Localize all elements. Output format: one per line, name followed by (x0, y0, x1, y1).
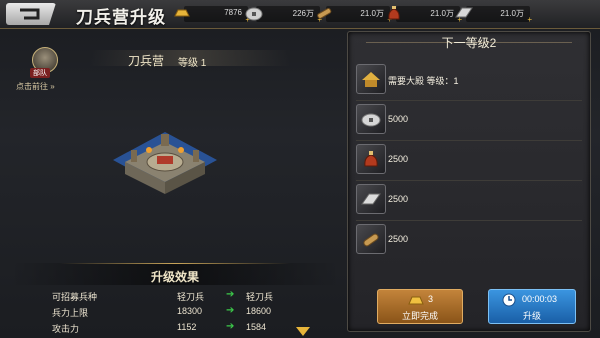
effect-current: 1152 (177, 322, 197, 332)
instant-complete-button[interactable]: 3 立即完成 (377, 289, 463, 324)
wood-log-icon (317, 7, 332, 19)
iron-ingot-icon (455, 7, 473, 18)
back-button[interactable] (6, 3, 56, 25)
building-panel: 部队 点击前往 » 刀兵营 等级 1 升级效果 可招募兵种 轻刀兵 ➔ 轻刀兵 … (10, 30, 340, 338)
building-name: 刀兵营 (128, 54, 165, 68)
resource-gold[interactable]: 7876 + (174, 6, 250, 24)
effect-next: 18600 (246, 306, 272, 316)
grain-sack-icon (388, 6, 400, 20)
effect-label: 可招募兵种 (52, 292, 98, 302)
building-level: 等级 1 (178, 58, 207, 69)
divider (356, 140, 582, 141)
clock-icon (502, 293, 516, 307)
palace-icon (356, 64, 386, 94)
barracks-building-image (113, 132, 217, 194)
effect-current: 18300 (177, 306, 203, 316)
resource-iron[interactable]: 21.0万 + (455, 6, 532, 24)
requirement-row: 2500 (356, 184, 582, 218)
arrow-right-icon: ➔ (226, 289, 235, 300)
upgrade-label: 升级 (522, 311, 541, 321)
requirement-row: 5000 (356, 104, 582, 138)
silver-coin-icon (245, 7, 263, 21)
avatar-tag: 部队 (30, 68, 50, 78)
upgrade-button[interactable]: 00:00:03 升级 (488, 289, 576, 324)
arrow-right-icon: ➔ (226, 321, 235, 332)
scroll-down-icon[interactable] (296, 327, 310, 337)
top-bar: 刀兵营升级 7876 + 226万 + 21.0万 + 21.0万 + 21.0… (0, 0, 600, 29)
effect-next: 轻刀兵 (246, 292, 274, 302)
iron-ingot-icon (356, 184, 386, 214)
effect-label: 兵力上限 (52, 308, 89, 318)
effect-row: 可招募兵种 轻刀兵 ➔ 轻刀兵 (10, 288, 340, 304)
resource-wood[interactable]: 21.0万 + (317, 6, 392, 24)
requirement-text: 2500 (388, 154, 409, 164)
instant-cost: 3 (428, 294, 434, 304)
gold-ingot-icon (408, 296, 424, 305)
effect-next: 1584 (246, 322, 267, 332)
requirement-row: 2500 (356, 144, 582, 178)
instant-complete-label: 立即完成 (401, 311, 438, 321)
gold-ingot-icon (174, 9, 190, 17)
effect-row: 攻击力 1152 ➔ 1584 (10, 320, 340, 336)
requirement-row: 2500 (356, 224, 582, 258)
wood-log-icon (356, 224, 386, 254)
requirement-text: 5000 (388, 114, 409, 124)
resource-grain[interactable]: 21.0万 + (388, 6, 462, 24)
grain-sack-icon (356, 144, 386, 174)
resource-silver[interactable]: 226万 + (245, 6, 322, 24)
divider (356, 100, 582, 101)
requirement-text: 2500 (388, 234, 409, 244)
back-arrow-icon (20, 8, 40, 20)
silver-coin-icon (356, 104, 386, 134)
effect-current: 轻刀兵 (177, 292, 205, 302)
effects-title: 升级效果 (150, 270, 199, 284)
page-title: 刀兵营升级 (76, 8, 166, 27)
next-level-title: 下一等级2 (441, 36, 497, 50)
next-level-panel: 下一等级2 需要大殿 等级：1 5000 2500 2500 2500 (347, 31, 591, 332)
effect-row: 兵力上限 18300 ➔ 18600 (10, 304, 340, 320)
divider (356, 220, 582, 221)
requirement-text: 需要大殿 等级：1 (388, 76, 459, 86)
arrow-right-icon: ➔ (226, 305, 235, 316)
divider (356, 180, 582, 181)
effects-header-divider (60, 263, 290, 264)
requirement-text: 2500 (388, 194, 409, 204)
upgrade-time: 00:00:03 (522, 294, 558, 304)
requirement-row: 需要大殿 等级：1 (356, 64, 582, 98)
effect-label: 攻击力 (52, 324, 80, 334)
goto-link[interactable]: 点击前往 » (16, 81, 55, 92)
